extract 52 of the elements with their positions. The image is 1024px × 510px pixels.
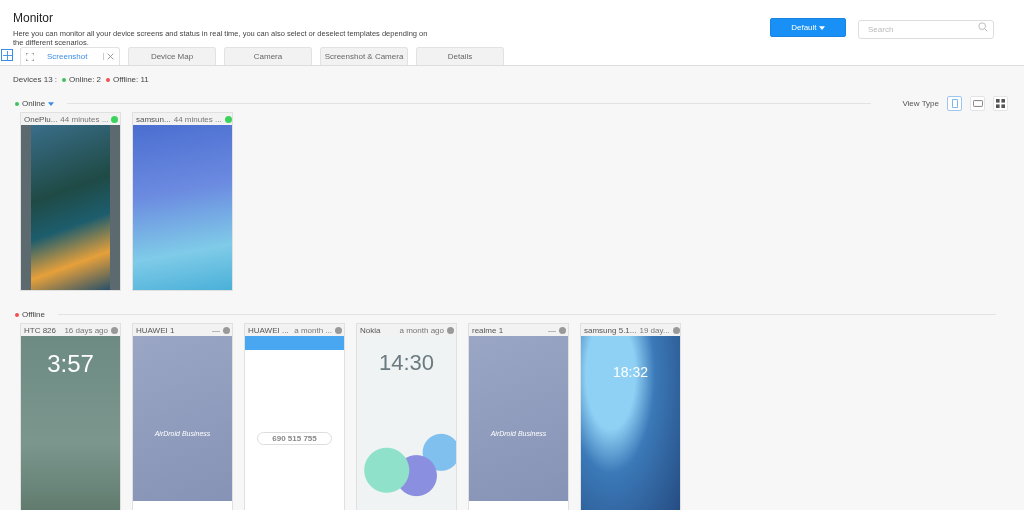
close-icon[interactable] — [103, 53, 114, 60]
last-seen-time: 44 minutes ... — [60, 114, 109, 124]
last-seen-time: 44 minutes ... — [173, 114, 222, 124]
caret-icon[interactable] — [48, 101, 55, 106]
add-tab-button[interactable] — [1, 49, 13, 61]
phone-view-button[interactable] — [947, 96, 962, 111]
device-name: samsun... — [136, 114, 171, 124]
last-seen-time: a month ago — [398, 325, 444, 335]
last-seen-time: a month ... — [293, 325, 332, 335]
device-name: HUAWEI 1 — [136, 325, 175, 335]
caret-icon — [818, 25, 825, 30]
phone-icon — [951, 99, 958, 108]
last-seen-time: 16 days ago — [63, 325, 108, 335]
page-title: Monitor — [13, 11, 54, 25]
device-name: Nokia — [360, 325, 381, 335]
tab[interactable]: Details — [416, 47, 504, 65]
search-icon — [978, 22, 988, 32]
device-card[interactable]: samsun... 44 minutes ... — [132, 112, 233, 291]
tab[interactable]: Camera — [224, 47, 312, 65]
device-name: HTC 826 — [24, 325, 56, 335]
device-card[interactable]: HTC 826 16 days ago 3:57 — [20, 323, 121, 510]
group-label: Online — [22, 99, 46, 108]
tab[interactable]: Screenshot — [20, 47, 120, 65]
view-type-label: View Type — [902, 99, 939, 108]
device-card[interactable]: OnePlu... 44 minutes ... — [20, 112, 121, 291]
clock-text: 14:30 — [378, 350, 435, 376]
tab[interactable]: Screenshot & Camera — [320, 47, 408, 65]
last-seen-time: — — [547, 325, 556, 335]
fullscreen-icon — [26, 52, 34, 61]
device-count: Devices 13 : — [13, 75, 58, 84]
status-dot — [62, 77, 67, 82]
device-card[interactable]: HUAWEI ... a month ... 690 515 755 — [244, 323, 345, 510]
last-seen-time: — — [211, 325, 220, 335]
grid-icon — [996, 99, 1005, 108]
last-seen-time: 19 day... — [639, 325, 670, 335]
tab[interactable]: Device Map — [128, 47, 216, 65]
tablet-icon — [972, 100, 983, 107]
online-count: Online: 2 — [69, 75, 102, 84]
clock-text: 18:32 — [612, 364, 648, 380]
tablet-view-button[interactable] — [970, 96, 985, 111]
device-card[interactable]: Nokia a month ago 14:30 — [356, 323, 457, 510]
grid-view-button[interactable] — [993, 96, 1008, 111]
group-label: Offline — [22, 310, 45, 319]
offline-count: Offline: 11 — [113, 75, 149, 84]
device-card[interactable]: samsung 5.1... 19 day... 18:32 — [580, 323, 681, 510]
device-name: HUAWEI ... — [248, 325, 289, 335]
search-field[interactable]: Search — [858, 20, 994, 39]
status-dot — [106, 77, 111, 82]
clock-text: 3:57 — [47, 350, 94, 378]
device-name: samsung 5.1... — [584, 325, 637, 335]
device-name: realme 1 — [472, 325, 504, 335]
device-name: OnePlu... — [24, 114, 58, 124]
